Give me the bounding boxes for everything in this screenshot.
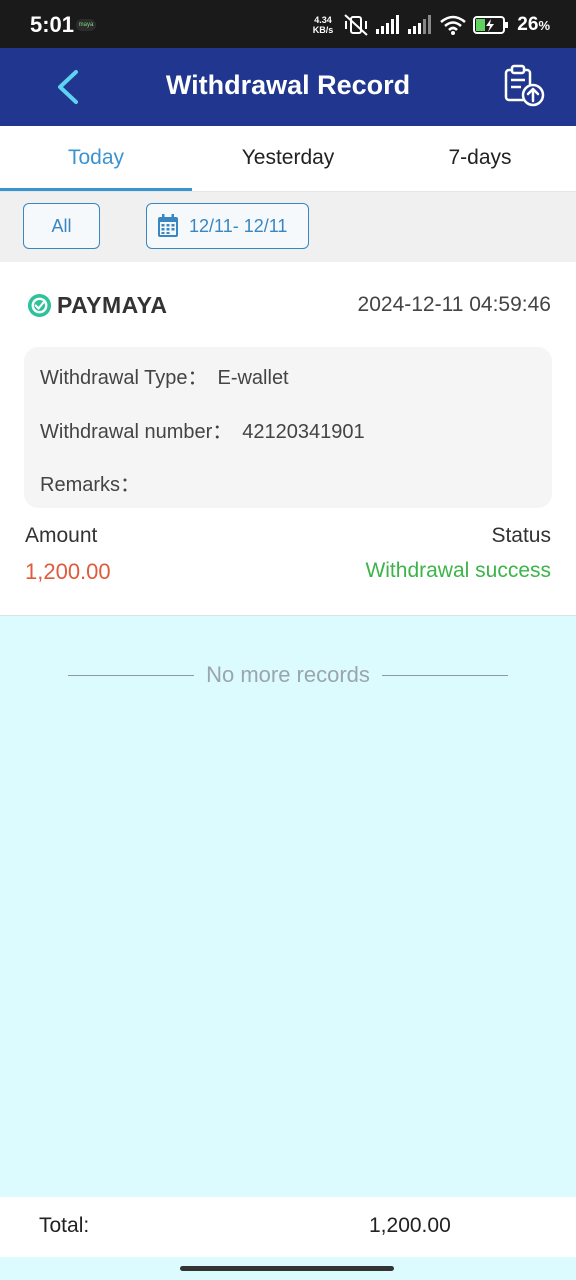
record-details: Withdrawal Type： E-wallet Withdrawal numb… xyxy=(24,347,552,508)
network-speed: 4.34 KB/s xyxy=(313,15,334,35)
app-header: Withdrawal Record xyxy=(0,48,576,126)
tab-yesterday[interactable]: Yesterday xyxy=(192,126,384,191)
total-label: Total: xyxy=(39,1214,90,1237)
date-tabs: Today Yesterday 7-days xyxy=(0,126,576,192)
date-range-text: 12/11- 12/11 xyxy=(189,215,288,236)
withdrawal-type-value: E-wallet xyxy=(217,367,289,389)
status-value: Withdrawal success xyxy=(365,559,551,582)
divider-right xyxy=(381,674,508,676)
date-range-picker[interactable]: 12/11- 12/11 xyxy=(146,203,309,249)
amount-label: Amount xyxy=(25,524,98,547)
clipboard-upload-icon xyxy=(504,64,545,107)
divider-left xyxy=(68,674,195,676)
status-indicators: 4.34 KB/s 26% xyxy=(313,10,550,40)
status-time: 5:01 xyxy=(30,12,75,37)
withdrawal-number-value: 42120341901 xyxy=(242,421,365,443)
remarks-label: Remarks： xyxy=(40,474,141,496)
total-bar: Total: 1,200.00 xyxy=(0,1197,576,1257)
total-value: 1,200.00 xyxy=(369,1214,451,1237)
remarks-row: Remarks： xyxy=(40,468,150,497)
maya-app-icon: maya xyxy=(76,19,96,31)
battery-charging-icon xyxy=(473,16,509,34)
export-records-button[interactable] xyxy=(502,64,546,108)
tab-7-days[interactable]: 7-days xyxy=(384,126,576,191)
page-title: Withdrawal Record xyxy=(165,70,411,100)
network-speed-value: 4.34 xyxy=(314,15,332,25)
tab-today[interactable]: Today xyxy=(0,126,192,191)
withdrawal-type-label: Withdrawal Type： xyxy=(40,367,208,389)
amount-value: 1,200.00 xyxy=(25,559,111,584)
status-label: Status xyxy=(491,524,551,547)
battery-percent-value: 26 xyxy=(517,14,539,35)
list-end-indicator: No more records xyxy=(68,658,508,692)
payment-brand: PAYMAYA xyxy=(27,292,167,319)
battery-percent: 26% xyxy=(517,14,550,36)
no-more-records-text: No more records xyxy=(206,662,370,687)
brand-name: PAYMAYA xyxy=(57,292,168,318)
filter-all-button[interactable]: All xyxy=(23,203,100,249)
withdrawal-record-card[interactable]: PAYMAYA 2024-12-11 04:59:46 Withdrawal T… xyxy=(0,262,576,616)
filter-bar: All 12/11- 12/11 xyxy=(0,192,576,262)
signal-icon xyxy=(376,15,400,34)
withdrawal-number-row: Withdrawal number： 42120341901 xyxy=(40,415,365,444)
withdrawal-number-label: Withdrawal number： xyxy=(40,421,233,443)
paymaya-logo-icon xyxy=(27,293,52,318)
record-datetime: 2024-12-11 04:59:46 xyxy=(357,293,551,316)
battery-percent-suffix: % xyxy=(538,18,550,33)
calendar-icon xyxy=(158,214,178,237)
vibrate-off-icon xyxy=(344,14,368,36)
wifi-icon xyxy=(440,15,467,35)
home-indicator[interactable] xyxy=(180,1266,394,1271)
signal-weak-icon xyxy=(408,15,432,34)
status-bar: 5:01 maya 4.34 KB/s 26% xyxy=(0,0,576,48)
network-speed-unit: KB/s xyxy=(312,25,334,35)
withdrawal-type-row: Withdrawal Type： E-wallet xyxy=(40,361,289,390)
